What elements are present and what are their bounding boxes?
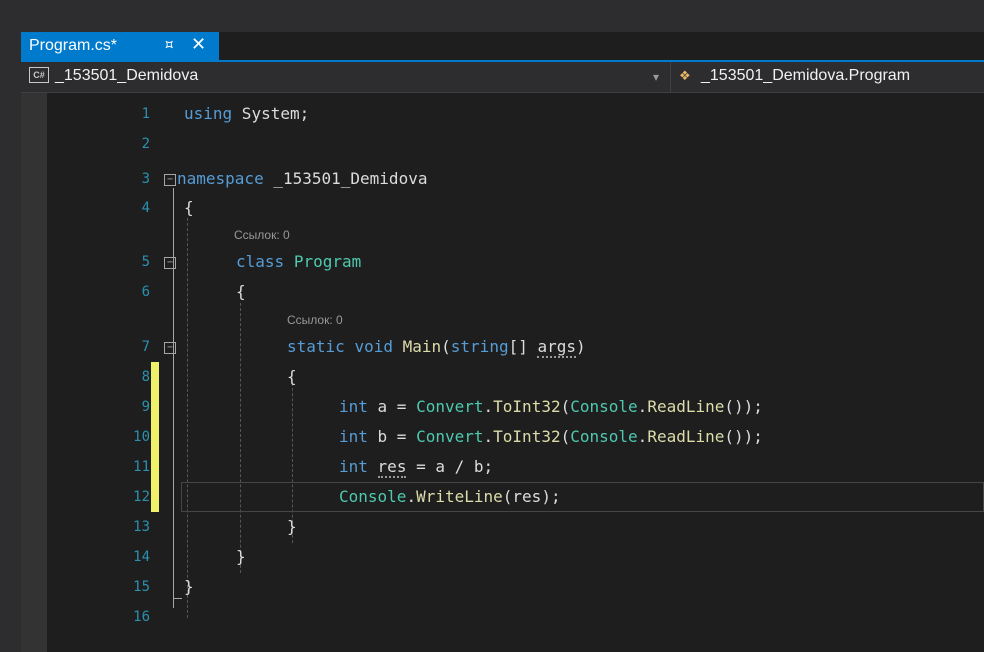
- code-line[interactable]: 9 int a = Convert.ToInt32(Console.ReadLi…: [21, 392, 984, 422]
- code-line[interactable]: 6 {: [21, 277, 984, 307]
- collapse-icon[interactable]: −: [164, 257, 176, 269]
- code-text: class Program: [236, 252, 362, 271]
- code-line[interactable]: 15 }: [21, 572, 984, 602]
- references-codelens[interactable]: Ссылок: 0: [287, 313, 343, 327]
- title-strip: [0, 0, 984, 32]
- line-number: 10: [133, 429, 150, 445]
- line-number: 3: [141, 171, 150, 187]
- close-icon[interactable]: ✕: [191, 34, 206, 55]
- line-number: 15: [133, 579, 150, 595]
- code-line[interactable]: 13 }: [21, 512, 984, 542]
- line-number: 4: [141, 200, 150, 216]
- code-text: {: [184, 198, 194, 217]
- ide-window: Program.cs* ⯏ ✕ C# _153501_Demidova ▾ ❖ _1…: [0, 0, 984, 652]
- code-text: }: [184, 577, 194, 596]
- code-text: int b = Convert.ToInt32(Console.ReadLine…: [339, 427, 763, 446]
- code-text: Console.WriteLine(res);: [339, 487, 561, 506]
- code-text: }: [236, 547, 246, 566]
- code-text: namespace _153501_Demidova: [177, 169, 428, 188]
- pin-icon[interactable]: ⯏: [164, 36, 175, 53]
- code-line[interactable]: 8 {: [21, 362, 984, 392]
- line-number: 9: [141, 399, 150, 415]
- tab-program-cs[interactable]: Program.cs* ⯏ ✕: [21, 32, 219, 60]
- collapse-icon[interactable]: −: [164, 174, 176, 186]
- class-icon: ❖: [679, 68, 691, 83]
- line-number: 8: [141, 369, 150, 385]
- line-number: 7: [141, 339, 150, 355]
- tab-title: Program.cs*: [29, 37, 118, 54]
- code-text: int res = a / b;: [339, 457, 494, 478]
- references-codelens[interactable]: Ссылок: 0: [234, 228, 290, 242]
- code-line[interactable]: 12 Console.WriteLine(res);: [21, 482, 984, 512]
- line-number: 6: [141, 284, 150, 300]
- code-text: static void Main(string[] args): [287, 337, 586, 358]
- chevron-down-icon[interactable]: ▾: [653, 70, 659, 84]
- nav-divider: [670, 62, 671, 92]
- code-line[interactable]: 5 − class Program: [21, 247, 984, 277]
- code-text: {: [287, 367, 297, 386]
- code-line[interactable]: 4 {: [21, 193, 984, 223]
- line-number: 5: [141, 254, 150, 270]
- code-line[interactable]: 11 int res = a / b;: [21, 452, 984, 482]
- code-text: {: [236, 282, 246, 301]
- project-dropdown[interactable]: C# _153501_Demidova: [29, 67, 198, 87]
- code-text: using System;: [184, 104, 310, 123]
- line-number: 13: [133, 519, 150, 535]
- code-line[interactable]: 16: [21, 602, 984, 632]
- line-number: 12: [133, 489, 150, 505]
- navigation-bar: C# _153501_Demidova ▾ ❖ _153501_Demidova.P…: [21, 62, 984, 93]
- code-line[interactable]: 1 using System;: [21, 99, 984, 129]
- line-number: 14: [133, 549, 150, 565]
- line-number: 16: [133, 609, 150, 625]
- code-line[interactable]: 3 − namespace _153501_Demidova: [21, 164, 984, 194]
- collapse-icon[interactable]: −: [164, 342, 176, 354]
- project-name: _153501_Demidova: [55, 67, 199, 84]
- code-line[interactable]: 2: [21, 129, 984, 159]
- line-number: 11: [133, 459, 150, 475]
- member-dropdown[interactable]: ❖ _153501_Demidova.Program: [679, 67, 910, 85]
- code-text: int a = Convert.ToInt32(Console.ReadLine…: [339, 397, 763, 416]
- code-line[interactable]: 7 − static void Main(string[] args): [21, 332, 984, 362]
- code-text: }: [287, 517, 297, 536]
- csharp-file-icon: C#: [29, 67, 49, 83]
- code-editor[interactable]: 1 using System; 2 3 − namespace _153501_…: [21, 93, 984, 652]
- line-number: 1: [141, 106, 150, 122]
- line-number: 2: [141, 136, 150, 152]
- member-name: _153501_Demidova.Program: [701, 67, 911, 84]
- code-line[interactable]: 14 }: [21, 542, 984, 572]
- code-line[interactable]: 10 int b = Convert.ToInt32(Console.ReadL…: [21, 422, 984, 452]
- left-dock-strip: [0, 32, 21, 652]
